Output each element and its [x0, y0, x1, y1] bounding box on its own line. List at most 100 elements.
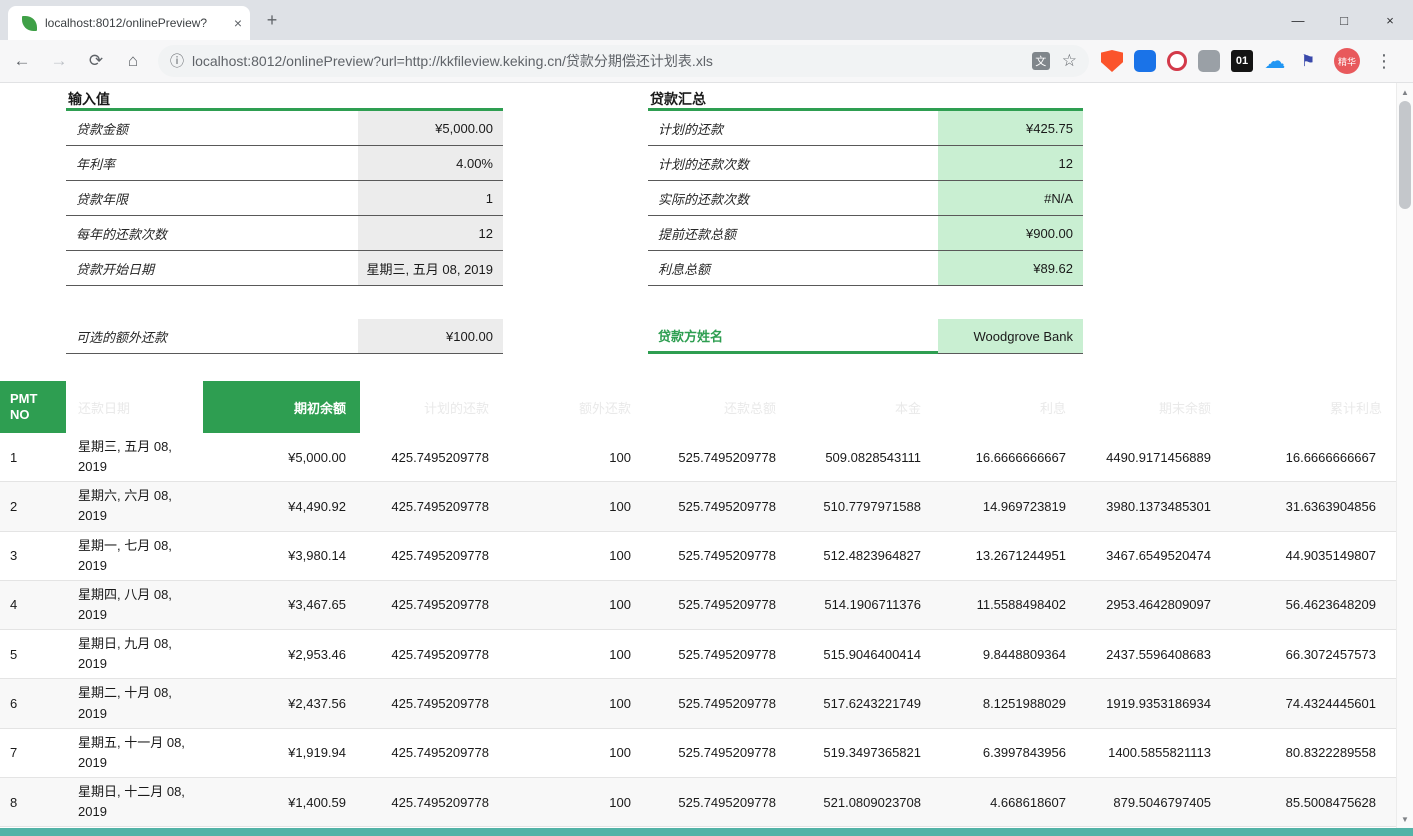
browser-tab[interactable]: localhost:8012/onlinePreview? × [8, 6, 250, 40]
table-cell: 1 [0, 433, 66, 481]
table-cell: 525.7495209778 [645, 433, 790, 481]
spacer [66, 286, 503, 319]
table-cell: 509.0828543111 [790, 433, 935, 481]
input-row: 贷款开始日期 星期三, 五月 08, 2019 [66, 251, 503, 286]
gray-extension-icon[interactable] [1198, 50, 1220, 72]
table-cell: 星期一, 七月 08, 2019 [66, 532, 203, 580]
summary-value: 12 [938, 146, 1083, 180]
extra-payment-row: 可选的额外还款 ¥100.00 [66, 319, 503, 354]
table-row: 8星期日, 十二月 08, 2019¥1,400.59425.749520977… [0, 778, 1396, 827]
table-header-cell: 计划的还款 [360, 381, 503, 433]
table-row: 7星期五, 十一月 08, 2019¥1,919.94425.749520977… [0, 729, 1396, 778]
table-header-cell: 利息 [935, 381, 1080, 433]
home-icon[interactable]: ⌂ [118, 46, 148, 76]
minimize-button[interactable]: — [1275, 0, 1321, 40]
table-cell: 16.6666666667 [935, 433, 1080, 481]
table-cell: ¥1,919.94 [203, 729, 360, 777]
tab-close-icon[interactable]: × [234, 16, 242, 30]
table-cell: 100 [503, 532, 645, 580]
summary-value: #N/A [938, 181, 1083, 215]
table-row: 1星期三, 五月 08, 2019¥5,000.00425.7495209778… [0, 433, 1396, 482]
table-header-cell: 期末余额 [1080, 381, 1225, 433]
table-row: 6星期二, 十月 08, 2019¥2,437.56425.7495209778… [0, 679, 1396, 728]
summary-section-title: 贷款汇总 [648, 87, 1083, 111]
table-cell: 44.9035149807 [1225, 532, 1396, 580]
table-cell: 66.3072457573 [1225, 630, 1396, 678]
shield-extension-icon[interactable] [1101, 50, 1123, 72]
bookmark-star-icon[interactable]: ☆ [1062, 51, 1077, 71]
input-value: ¥5,000.00 [358, 111, 503, 145]
table-cell: 879.5046797405 [1080, 778, 1225, 826]
table-cell: 100 [503, 630, 645, 678]
table-cell: 80.8322289558 [1225, 729, 1396, 777]
table-cell: 100 [503, 679, 645, 727]
summary-row: 计划的还款 ¥425.75 [648, 111, 1083, 146]
table-cell: 515.9046400414 [790, 630, 935, 678]
table-cell: 100 [503, 778, 645, 826]
reload-icon[interactable]: ⟳ [81, 46, 111, 76]
table-cell: ¥2,953.46 [203, 630, 360, 678]
amortization-table: PMT NO还款日期期初余额计划的还款额外还款还款总额本金利息期末余额累计利息 … [0, 381, 1396, 836]
browser-menu-icon[interactable]: ⋮ [1375, 51, 1393, 72]
address-bar[interactable]: ⓘ localhost:8012/onlinePreview?url=http:… [158, 45, 1089, 77]
table-cell: 8 [0, 778, 66, 826]
blue-extension-icon[interactable] [1134, 50, 1156, 72]
summary-row: 提前还款总额 ¥900.00 [648, 216, 1083, 251]
spacer [648, 286, 1083, 319]
summary-label: 利息总额 [648, 251, 938, 285]
scroll-up-icon[interactable]: ▲ [1397, 84, 1413, 100]
url-text: localhost:8012/onlinePreview?url=http://… [192, 51, 1022, 71]
table-cell: 8.1251988029 [935, 679, 1080, 727]
input-values-section: 输入值 贷款金额 ¥5,000.00 年利率 4.00% 贷款年限 1 每年的还… [66, 87, 503, 354]
ring-extension-icon[interactable] [1167, 51, 1187, 71]
flag-extension-icon[interactable]: ⚑ [1297, 50, 1319, 72]
table-cell: 9.8448809364 [935, 630, 1080, 678]
summary-value: ¥89.62 [938, 251, 1083, 285]
scroll-down-icon[interactable]: ▼ [1397, 811, 1413, 827]
vertical-scrollbar[interactable]: ▲ ▼ [1396, 83, 1413, 828]
table-cell: 425.7495209778 [360, 532, 503, 580]
table-cell: 星期四, 八月 08, 2019 [66, 581, 203, 629]
table-row: 3星期一, 七月 08, 2019¥3,980.14425.7495209778… [0, 532, 1396, 581]
input-label: 年利率 [66, 146, 358, 180]
table-cell: 1400.5855821113 [1080, 729, 1225, 777]
table-cell: 100 [503, 729, 645, 777]
table-cell: ¥2,437.56 [203, 679, 360, 727]
page-info-icon[interactable]: ⓘ [170, 51, 184, 71]
table-cell: 14.969723819 [935, 482, 1080, 530]
input-value: 星期三, 五月 08, 2019 [358, 251, 503, 285]
close-button[interactable]: × [1367, 0, 1413, 40]
summary-row: 利息总额 ¥89.62 [648, 251, 1083, 286]
table-header-cell: 还款日期 [66, 381, 203, 433]
table-cell: ¥3,467.65 [203, 581, 360, 629]
table-row: 5星期日, 九月 08, 2019¥2,953.46425.7495209778… [0, 630, 1396, 679]
table-header-cell: 本金 [790, 381, 935, 433]
back-icon[interactable]: ← [7, 46, 37, 76]
table-cell: 3 [0, 532, 66, 580]
table-cell: 13.2671244951 [935, 532, 1080, 580]
new-tab-button[interactable]: + [260, 9, 284, 33]
table-cell: 510.7797971588 [790, 482, 935, 530]
scrollbar-thumb[interactable] [1399, 101, 1411, 209]
input-label: 每年的还款次数 [66, 216, 358, 250]
table-cell: 6 [0, 679, 66, 727]
table-cell: 星期五, 十一月 08, 2019 [66, 729, 203, 777]
table-cell: 11.5588498402 [935, 581, 1080, 629]
profile-avatar[interactable]: 精华 [1334, 48, 1360, 74]
table-cell: 525.7495209778 [645, 532, 790, 580]
table-cell: ¥5,000.00 [203, 433, 360, 481]
cloud-extension-icon[interactable]: ☁ [1264, 50, 1286, 72]
maximize-button[interactable]: □ [1321, 0, 1367, 40]
table-cell: 519.3497365821 [790, 729, 935, 777]
forward-icon[interactable]: → [44, 46, 74, 76]
badge-01-extension-icon[interactable]: 01 [1231, 50, 1253, 72]
table-cell: 425.7495209778 [360, 729, 503, 777]
translate-icon[interactable]: 文 [1032, 52, 1050, 70]
table-header-cell: 期初余额 [203, 381, 360, 433]
table-cell: 514.1906711376 [790, 581, 935, 629]
table-header-cell: PMT NO [0, 381, 66, 433]
table-cell: 16.6666666667 [1225, 433, 1396, 481]
table-cell: 100 [503, 433, 645, 481]
table-cell: 3980.1373485301 [1080, 482, 1225, 530]
table-cell: 425.7495209778 [360, 679, 503, 727]
